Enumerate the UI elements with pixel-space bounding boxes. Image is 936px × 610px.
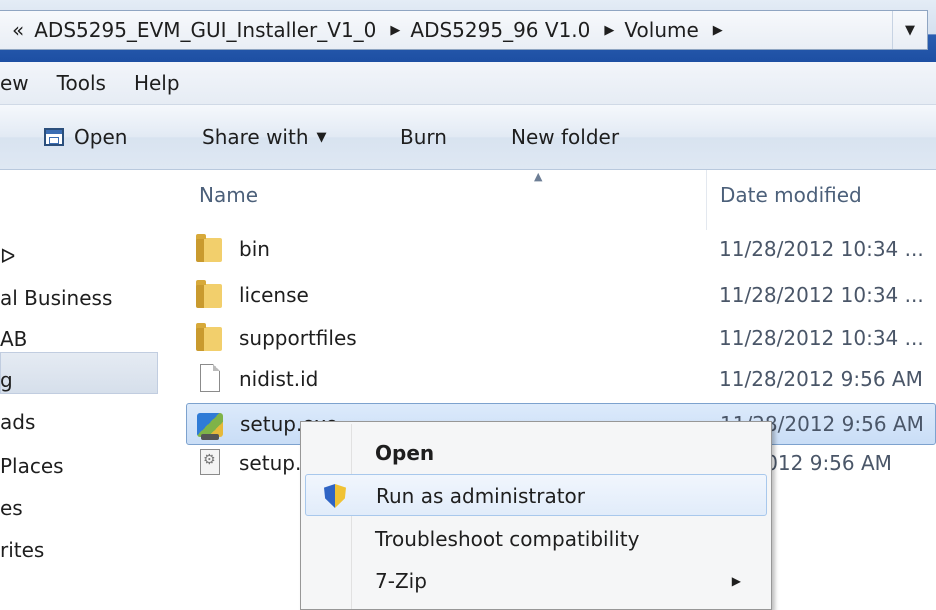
column-header-date-modified[interactable]: Date modified: [707, 170, 936, 230]
breadcrumb-item-volume[interactable]: Volume ▶: [624, 18, 722, 42]
nav-item-es[interactable]: es: [0, 496, 23, 520]
file-date: 11/28/2012 10:34 ...: [719, 237, 924, 261]
breadcrumb-label: ADS5295_96 V1.0: [410, 18, 591, 42]
context-item-label: 7-Zip: [375, 569, 427, 593]
file-row-supportfiles[interactable]: supportfiles 11/28/2012 10:34 ...: [186, 318, 936, 360]
folder-icon: [196, 280, 222, 308]
chevron-down-icon: ▼: [316, 129, 327, 145]
breadcrumb-label: ADS5295_EVM_GUI_Installer_V1_0: [34, 18, 377, 42]
file-name: setup.: [239, 451, 302, 475]
nav-item-label: ᐅ: [0, 244, 16, 268]
column-header-name-label: Name: [199, 183, 259, 207]
context-item-label: Open: [375, 441, 435, 465]
context-item-label: Troubleshoot compatibility: [375, 527, 640, 551]
context-item-label: Run as administrator: [376, 484, 586, 508]
file-row-license[interactable]: license 11/28/2012 10:34 ...: [186, 275, 936, 317]
setup-exe-icon: [197, 413, 223, 440]
open-button-label: Open: [74, 125, 128, 149]
file-name: supportfiles: [239, 326, 357, 350]
menu-tools[interactable]: Tools: [57, 71, 106, 95]
new-folder-button[interactable]: New folder: [511, 125, 619, 149]
file-row-bin[interactable]: bin 11/28/2012 10:34 ...: [186, 229, 936, 271]
navigation-pane: ᐅ al Business AB g ads Places es rites: [0, 170, 172, 610]
command-bar: Open Share with ▼ Burn New folder: [0, 105, 936, 170]
open-button[interactable]: Open: [44, 125, 127, 149]
share-with-button[interactable]: Share with ▼: [202, 125, 327, 149]
nav-item-partial-1[interactable]: ᐅ: [0, 244, 15, 268]
folder-icon: [196, 234, 222, 262]
file-name: license: [239, 283, 309, 307]
nav-item-selected[interactable]: g: [0, 368, 13, 392]
column-header-date-label: Date modified: [720, 183, 862, 207]
address-bar[interactable]: « ADS5295_EVM_GUI_Installer_V1_0 ▶ ADS52…: [0, 10, 928, 50]
file-row-nidist[interactable]: nidist.id 11/28/2012 9:56 AM: [186, 359, 936, 401]
nav-item-business[interactable]: al Business: [0, 286, 112, 310]
nav-item-ab[interactable]: AB: [0, 327, 27, 351]
breadcrumb-arrow-icon[interactable]: ▶: [713, 23, 723, 38]
new-folder-label: New folder: [511, 125, 620, 149]
file-date: 11/28/2012 9:56 AM: [719, 367, 923, 391]
context-item-7zip[interactable]: 7-Zip ▶: [305, 560, 767, 602]
nav-item-places[interactable]: Places: [0, 454, 64, 478]
context-item-run-as-administrator[interactable]: Run as administrator: [305, 474, 767, 516]
file-date: 11/28/2012 10:34 ...: [719, 283, 924, 307]
address-bar-area: « ADS5295_EVM_GUI_Installer_V1_0 ▶ ADS52…: [0, 0, 936, 62]
burn-label: Burn: [400, 125, 447, 149]
file-name: bin: [239, 237, 270, 261]
overflow-chevron-icon[interactable]: «: [12, 18, 24, 42]
sort-ascending-icon: ▲: [534, 170, 543, 183]
context-item-troubleshoot-compatibility[interactable]: Troubleshoot compatibility: [305, 518, 767, 560]
breadcrumb-label: Volume: [624, 18, 699, 42]
menu-bar: ew Tools Help: [0, 62, 936, 105]
file-date: 11/28/2012 10:34 ...: [719, 326, 924, 350]
context-menu: Open Run as administrator Troubleshoot c…: [300, 421, 772, 610]
chevron-down-icon: ▼: [905, 22, 915, 38]
nav-item-favorites[interactable]: rites: [0, 538, 44, 562]
nav-item-downloads[interactable]: ads: [0, 410, 35, 434]
address-history-dropdown[interactable]: ▼: [892, 11, 927, 49]
column-header-name[interactable]: ▲ Name: [172, 170, 707, 230]
breadcrumb-arrow-icon[interactable]: ▶: [604, 23, 614, 38]
uac-shield-icon: [324, 484, 346, 508]
context-item-open[interactable]: Open: [305, 432, 767, 474]
share-with-label: Share with: [202, 125, 309, 149]
burn-button[interactable]: Burn: [400, 125, 447, 149]
menu-view[interactable]: ew: [0, 71, 29, 95]
submenu-arrow-icon: ▶: [731, 574, 741, 588]
file-icon: [200, 364, 220, 392]
file-name: nidist.id: [239, 367, 319, 391]
breadcrumb-item-ads5295-96[interactable]: ADS5295_96 V1.0 ▶: [410, 18, 614, 42]
breadcrumb-arrow-icon[interactable]: ▶: [390, 23, 400, 38]
open-app-icon: [44, 128, 64, 146]
config-file-icon: [200, 449, 220, 475]
breadcrumb-item-installer[interactable]: ADS5295_EVM_GUI_Installer_V1_0 ▶: [34, 18, 400, 42]
folder-icon: [196, 323, 222, 351]
nav-selection-highlight: [0, 352, 158, 394]
menu-help[interactable]: Help: [134, 71, 180, 95]
